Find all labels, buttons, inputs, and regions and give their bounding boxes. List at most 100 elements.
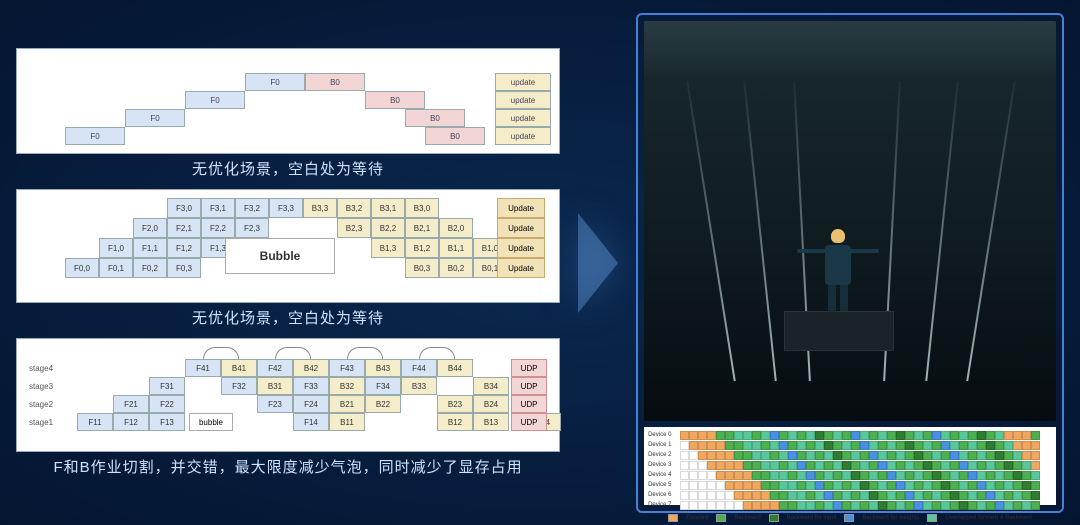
panel-naive: F0F0F0F0B0B0B0B0updateupdateupdateupdate… xyxy=(16,48,560,179)
p1-cell: B0 xyxy=(425,127,485,145)
p2-backward-cell: B2,3 xyxy=(337,218,371,238)
p3-cell: B13 xyxy=(473,413,509,431)
p3-cell: F22 xyxy=(149,395,185,413)
p1-cell: F0 xyxy=(245,73,305,91)
p2-backward-cell: B3,1 xyxy=(371,198,405,218)
left-column: F0F0F0F0B0B0B0B0updateupdateupdateupdate… xyxy=(16,48,560,477)
right-column: Device 0 Device 1 Device 2 Device 3 Device 4… xyxy=(636,13,1064,513)
stage-label: stage3 xyxy=(29,377,65,395)
p3-cell: B12 xyxy=(437,413,473,431)
p3-cell: F11 xyxy=(77,413,113,431)
timeline-row: Device 0 xyxy=(648,431,1052,440)
panel-interleaved: stage4stage3stage2stage1F41B41F42B42F43B… xyxy=(16,338,560,477)
udp-cell: UDP xyxy=(511,359,547,377)
legend-swatch xyxy=(668,514,678,522)
legend-swatch xyxy=(927,514,937,522)
timeline-row: Device 5 xyxy=(648,481,1052,490)
p2-backward-cell: B0,2 xyxy=(439,258,473,278)
p2-forward-cell: F0,1 xyxy=(99,258,133,278)
legend-swatch xyxy=(769,514,779,522)
p3-cell: F41 xyxy=(185,359,221,377)
p3-cell: F32 xyxy=(221,377,257,395)
p1-cell: F0 xyxy=(125,109,185,127)
device-label: Device 3 xyxy=(648,462,680,468)
timeline-row: Device 1 xyxy=(648,441,1052,450)
device-label: Device 4 xyxy=(648,472,680,478)
p1-cell: B0 xyxy=(405,109,465,127)
p1-cell: B0 xyxy=(305,73,365,91)
legend-label: Backward for input xyxy=(787,515,837,521)
p1-cell: update xyxy=(495,91,551,109)
caption-1: 无优化场景，空白处为等待 xyxy=(16,158,560,179)
dependency-arrow-icon xyxy=(275,347,311,359)
p3-cell: B24 xyxy=(473,395,509,413)
caption-3: F和B作业切割，并交错，最大限度减少气泡，同时减少了显存占用 xyxy=(16,456,560,477)
stage-label: stage4 xyxy=(29,359,65,377)
p3-cell: B11 xyxy=(329,413,365,431)
bubble-small: bubble xyxy=(189,413,233,431)
p2-forward-cell: F2,1 xyxy=(167,218,201,238)
p2-forward-cell: F0,0 xyxy=(65,258,99,278)
p3-cell: B41 xyxy=(221,359,257,377)
p2-backward-cell: B3,0 xyxy=(405,198,439,218)
update-cell: Update xyxy=(497,218,545,238)
timeline-row: Device 3 xyxy=(648,461,1052,470)
dependency-arrow-icon xyxy=(347,347,383,359)
timeline-row: Device 4 xyxy=(648,471,1052,480)
p2-backward-cell: B2,2 xyxy=(371,218,405,238)
arrow-connector-icon xyxy=(578,213,618,313)
p3-cell: F33 xyxy=(293,377,329,395)
udp-cell: UDP xyxy=(511,377,547,395)
timeline-legend: ForwardBackwardBackward for inputBackwar… xyxy=(648,512,1052,524)
timeline-chart: Device 0 Device 1 Device 2 Device 3 Device 4… xyxy=(644,427,1056,505)
p3-cell: F24 xyxy=(293,395,329,413)
timeline-row: Device 2 xyxy=(648,451,1052,460)
legend-swatch xyxy=(716,514,726,522)
p2-forward-cell: F1,1 xyxy=(133,238,167,258)
panel-bubble: F3,0F3,1F3,2F3,3B3,3B3,2B3,1B3,0F2,0F2,1… xyxy=(16,189,560,328)
p3-cell: F13 xyxy=(149,413,185,431)
p3-cell: F43 xyxy=(329,359,365,377)
p3-cell: F14 xyxy=(293,413,329,431)
interleaved-grid: stage4stage3stage2stage1F41B41F42B42F43B… xyxy=(25,345,551,445)
device-label: Device 2 xyxy=(648,452,680,458)
p3-cell: F34 xyxy=(365,377,401,395)
p3-cell: F12 xyxy=(113,413,149,431)
p3-cell: F42 xyxy=(257,359,293,377)
legend-label: Overlapped forward & Backward xyxy=(945,515,1031,521)
p3-cell: F44 xyxy=(401,359,437,377)
device-label: Device 1 xyxy=(648,442,680,448)
p1-cell: F0 xyxy=(65,127,125,145)
update-cell: Update xyxy=(497,198,545,218)
p3-cell: F31 xyxy=(149,377,185,395)
factory-photo xyxy=(644,21,1056,421)
p2-forward-cell: F3,3 xyxy=(269,198,303,218)
p2-forward-cell: F3,2 xyxy=(235,198,269,218)
p3-cell: B21 xyxy=(329,395,365,413)
p2-forward-cell: F2,3 xyxy=(235,218,269,238)
dependency-arrow-icon xyxy=(419,347,455,359)
p1-cell: update xyxy=(495,73,551,91)
timeline-row: Device 6 xyxy=(648,491,1052,500)
device-label: Device 5 xyxy=(648,482,680,488)
p1-cell: F0 xyxy=(185,91,245,109)
bubble-grid: F3,0F3,1F3,2F3,3B3,3B3,2B3,1B3,0F2,0F2,1… xyxy=(25,196,551,296)
p2-backward-cell: B0,3 xyxy=(405,258,439,278)
p2-backward-cell: B3,3 xyxy=(303,198,337,218)
p3-cell: B31 xyxy=(257,377,293,395)
p3-cell: B33 xyxy=(401,377,437,395)
p2-forward-cell: F2,0 xyxy=(133,218,167,238)
dependency-arrow-icon xyxy=(203,347,239,359)
p3-cell: B22 xyxy=(365,395,401,413)
p2-forward-cell: F3,1 xyxy=(201,198,235,218)
p2-forward-cell: F2,2 xyxy=(201,218,235,238)
device-label: Device 7 xyxy=(648,502,680,508)
p2-backward-cell: B2,0 xyxy=(439,218,473,238)
caption-2: 无优化场景，空白处为等待 xyxy=(16,307,560,328)
p2-forward-cell: F1,0 xyxy=(99,238,133,258)
p3-cell: B43 xyxy=(365,359,401,377)
update-cell: Update xyxy=(497,258,545,278)
p3-cell: B32 xyxy=(329,377,365,395)
legend-swatch xyxy=(844,514,854,522)
bubble-label: Bubble xyxy=(225,238,335,274)
